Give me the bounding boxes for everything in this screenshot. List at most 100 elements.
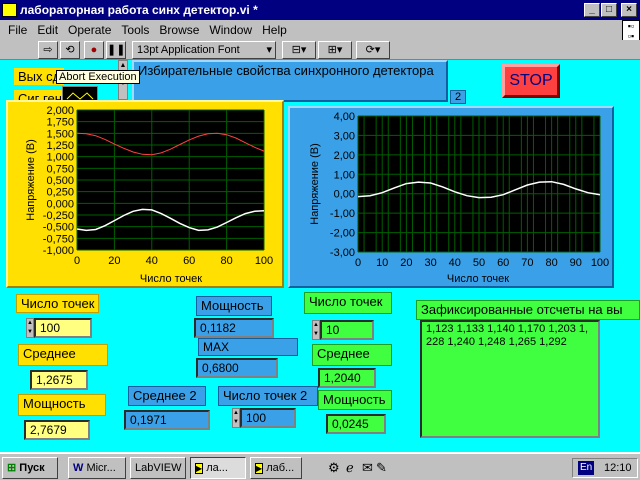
c1-ytick: 1,500 [46,128,74,140]
right-mean-label: Среднее [312,344,392,366]
left-count-input[interactable]: 100 [34,318,92,338]
description-box: Избирательные свойства синхронного детек… [132,60,448,102]
c2-xtick: 70 [521,257,533,269]
font-select[interactable]: 13pt Application Font ▾ [132,41,276,59]
abort-icon[interactable]: ● [84,41,104,59]
c1-ytick: -0,250 [43,210,74,222]
left-power-label: Мощность [18,394,106,416]
c1-ytick: 0,000 [46,198,74,210]
pause-icon[interactable]: ❚❚ [106,41,126,59]
close-button[interactable]: × [621,3,637,17]
chart2-ylabel: Напряжение (В) [309,143,321,225]
c2-xtick: 0 [355,257,361,269]
menu-browse[interactable]: Browse [159,23,199,37]
c1-ytick: 0,500 [46,175,74,187]
mid-count2-stepper[interactable]: ▲ ▼ [232,408,240,428]
right-count-stepper[interactable]: ▲ ▼ [312,320,320,340]
left-count-stepper[interactable]: ▲ ▼ [26,318,34,338]
mid-count2-input[interactable]: 100 [240,408,296,428]
vi-icon [2,3,17,17]
language-indicator[interactable]: En [578,461,595,475]
c2-xtick: 90 [570,257,582,269]
task-word[interactable]: W Micr... [68,457,126,479]
c1-ytick: -1,000 [43,245,74,257]
c1-ytick: 1,000 [46,152,74,164]
chart2-xlabel: Число точек [447,273,509,285]
menu-tools[interactable]: Tools [121,23,149,37]
task-labview[interactable]: LabVIEW [130,457,186,479]
reorder-icon[interactable]: ⟳▾ [356,41,390,59]
c1-ytick: 1,750 [46,117,74,129]
outlook-icon[interactable]: ✉ [362,460,373,476]
c2-ytick: 0,00 [334,189,355,201]
toolbar: ⇨ ⟲ ● ❚❚ 13pt Application Font ▾ ⊟▾ ⊞▾ ⟳▾ [0,40,640,60]
start-button[interactable]: ⊞ Пуск [2,457,58,479]
maximize-button[interactable]: □ [601,3,617,17]
c1-ytick: 0,750 [46,163,74,175]
c2-ytick: 3,00 [334,130,355,142]
chart1: 2,0001,7501,5001,2501,0000,7500,5000,250… [25,105,273,285]
distribute-objects-icon[interactable]: ⊞▾ [318,41,352,59]
c2-xtick: 50 [473,257,485,269]
quicklaunch-icon[interactable]: ⚙ [328,460,340,476]
c2-xtick: 40 [449,257,461,269]
menu-bar: File Edit Operate Tools Browse Window Help [0,20,640,40]
vi-icon: ▶ [255,463,264,474]
mid-max-label: MAX [198,338,298,356]
desktop-icon[interactable]: ✎ [376,460,387,476]
menu-operate[interactable]: Operate [68,23,111,37]
c2-xtick: 10 [376,257,388,269]
chart1-ylabel: Напряжение (В) [25,139,37,221]
mid-mean2-label: Среднее 2 [128,386,206,406]
title-bar: лабораторная работа синх детектор.vi * _… [0,0,640,20]
c2-xtick: 80 [545,257,557,269]
c1-xtick: 100 [255,255,273,267]
right-count-label: Число точек [304,292,392,314]
run-arrow-icon[interactable]: ⇨ [38,41,58,59]
c2-ytick: 1,00 [334,169,355,181]
run-continuously-icon[interactable]: ⟲ [60,41,80,59]
menu-edit[interactable]: Edit [37,23,58,37]
mid-power-label: Мощность [196,296,272,316]
left-mean-label: Среднее [18,344,108,366]
left-count-label: Число точек [16,294,100,313]
mid-count2-label: Число точек 2 [218,386,318,406]
c2-ytick: -1,00 [330,208,355,220]
ie-icon[interactable]: ℯ [346,460,354,476]
c2-ytick: 4,00 [334,111,355,123]
menu-file[interactable]: File [8,23,27,37]
minimize-button[interactable]: _ [584,3,600,17]
left-power-value: 2,7679 [24,420,90,440]
task-vi[interactable]: ▶ лаб... [250,457,302,479]
c1-xtick: 20 [108,255,120,267]
c1-xtick: 80 [220,255,232,267]
c2-ytick: -2,00 [330,228,355,240]
c1-ytick: 0,250 [46,187,74,199]
menu-help[interactable]: Help [262,23,287,37]
stop-button[interactable]: STOP [502,64,560,98]
chart2: 4,00 3,00 2,00 1,00 0,00 -1,00 -2,00 -3,000 10 20… [309,111,609,285]
task-vi-active[interactable]: ▶ ла... [190,457,246,479]
c2-ytick: 2,00 [334,150,355,162]
align-objects-icon[interactable]: ⊟▾ [282,41,316,59]
taskbar: ⊞ Пуск W Micr... LabVIEW ▶ ла... ▶ лаб..… [0,452,640,480]
left-mean-value: 1,2675 [30,370,88,390]
c1-ytick: 2,000 [46,105,74,117]
abort-tooltip: Abort Execution [56,70,140,84]
chart1-xlabel: Число точек [140,273,202,285]
mid-mean2-value: 0,1971 [124,410,210,430]
c2-xtick: 20 [400,257,412,269]
c1-xtick: 60 [183,255,195,267]
vi-icon: ▶ [195,463,204,474]
c1-xtick: 0 [74,255,80,267]
c1-ytick: 1,250 [46,140,74,152]
fixed-readings-label: Зафиксированные отсчеты на вы [416,300,640,320]
mid-max-value: 0,6800 [196,358,278,378]
c2-xtick: 30 [424,257,436,269]
right-power-label: Мощность [318,390,392,410]
right-count-input[interactable]: 10 [320,320,374,340]
menu-window[interactable]: Window [209,23,252,37]
mid-power-value: 0,1182 [194,318,274,338]
c2-xtick: 60 [497,257,509,269]
c2-ytick: -3,00 [330,247,355,259]
